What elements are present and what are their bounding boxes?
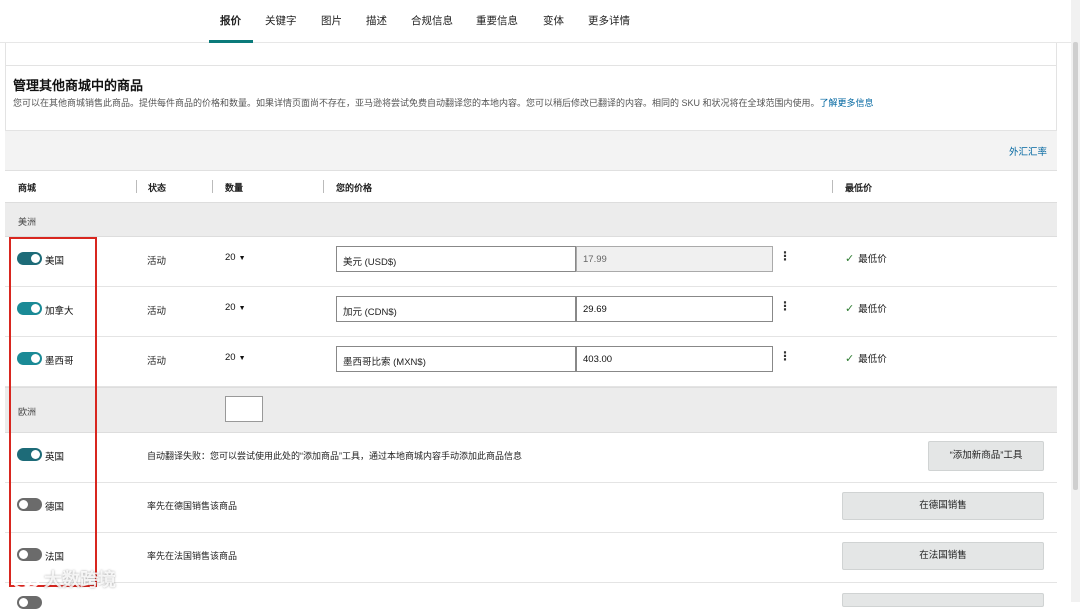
- quantity-value: 20: [225, 352, 236, 363]
- lowest-price-text: 最低价: [858, 254, 887, 265]
- quantity-dropdown[interactable]: 20 ▼: [225, 302, 246, 313]
- table-row: 加拿大 活动 20 ▼ 加元 (CDN$) 29.69 ⋮ ✓ 最低价: [5, 287, 1057, 337]
- col-status: 状态: [148, 183, 167, 193]
- caret-down-icon: ▼: [238, 305, 246, 312]
- lowest-price-badge: ✓ 最低价: [845, 351, 887, 365]
- col-your-price: 您的价格: [336, 183, 373, 193]
- tab-important-info[interactable]: 重要信息: [476, 13, 518, 28]
- col-divider: [136, 180, 137, 193]
- col-marketplace: 商城: [18, 183, 37, 193]
- tab-images[interactable]: 图片: [321, 13, 342, 28]
- tab-compliance[interactable]: 合规信息: [411, 13, 453, 28]
- caret-down-icon: ▼: [238, 355, 246, 362]
- quantity-value: 20: [225, 302, 236, 313]
- price-input[interactable]: 403.00: [576, 346, 773, 372]
- sell-in-france-button[interactable]: 在法国销售: [842, 542, 1044, 570]
- col-divider: [832, 180, 833, 193]
- tab-offer[interactable]: 报价: [220, 13, 241, 28]
- lowest-price-text: 最低价: [858, 304, 887, 315]
- quantity-input[interactable]: [225, 396, 263, 422]
- add-product-tool-button[interactable]: “添加新商品”工具: [928, 441, 1044, 471]
- table-header: 商城 状态 数量 您的价格 最低价: [5, 170, 1057, 202]
- fx-rates-link[interactable]: 外汇汇率: [1009, 144, 1047, 158]
- lowest-price-badge: ✓ 最低价: [845, 251, 887, 265]
- table-row: 墨西哥 活动 20 ▼ 墨西哥比索 (MXN$) 403.00 ⋮ ✓ 最低价: [5, 337, 1057, 387]
- sell-first-note: 率先在法国销售该商品: [147, 551, 238, 561]
- quantity-value: 20: [225, 252, 236, 263]
- checkmark-icon: ✓: [845, 303, 855, 315]
- sell-first-note: 率先在德国销售该商品: [147, 501, 238, 511]
- scrollbar[interactable]: [1071, 0, 1080, 602]
- translation-failed-note: 自动翻译失败：您可以尝试使用此处的“添加商品”工具，通过本地商城内容手动添加此商…: [147, 451, 522, 461]
- more-options-icon[interactable]: ⋮: [779, 299, 791, 313]
- tab-more-details[interactable]: 更多详情: [588, 13, 630, 28]
- status-text: 活动: [147, 256, 167, 267]
- status-text: 活动: [147, 356, 167, 367]
- col-divider: [212, 180, 213, 193]
- status-text: 活动: [147, 306, 167, 317]
- scrollbar-thumb[interactable]: [1073, 42, 1078, 490]
- sell-button[interactable]: [842, 593, 1044, 607]
- lowest-price-badge: ✓ 最低价: [845, 301, 887, 315]
- more-options-icon[interactable]: ⋮: [779, 249, 791, 263]
- table-row: 美国 活动 20 ▼ 美元 (USD$) 17.99 ⋮ ✓ 最低价: [5, 237, 1057, 287]
- checkmark-icon: ✓: [845, 253, 855, 265]
- tab-bar: 报价 关键字 图片 描述 合规信息 重要信息 变体 更多详情: [0, 0, 1080, 43]
- table-row: [5, 583, 1057, 609]
- price-input[interactable]: 17.99: [576, 246, 773, 272]
- table-row: 法国 率先在法国销售该商品 在法国销售: [5, 533, 1057, 583]
- tab-keywords[interactable]: 关键字: [265, 13, 297, 28]
- sell-in-germany-button[interactable]: 在德国销售: [842, 492, 1044, 520]
- checkmark-icon: ✓: [845, 353, 855, 365]
- toggle-knob: [19, 598, 28, 607]
- divider: [5, 65, 1057, 66]
- table-row: 德国 率先在德国销售该商品 在德国销售: [5, 483, 1057, 533]
- section-description: 您可以在其他商城销售此商品。提供每件商品的价格和数量。如果详情页面尚不存在，亚马…: [13, 96, 874, 109]
- col-quantity: 数量: [225, 183, 244, 193]
- currency-select[interactable]: 墨西哥比索 (MXN$): [336, 346, 576, 372]
- currency-select[interactable]: 加元 (CDN$): [336, 296, 576, 322]
- region-europe: 欧洲: [5, 387, 1057, 433]
- fx-bar: 外汇汇率: [5, 130, 1057, 170]
- tab-variations[interactable]: 变体: [543, 13, 564, 28]
- currency-select[interactable]: 美元 (USD$): [336, 246, 576, 272]
- highlight-frame: [9, 237, 97, 587]
- learn-more-link[interactable]: 了解更多信息: [820, 98, 874, 108]
- watermark: 大数跨境: [12, 566, 116, 592]
- more-options-icon[interactable]: ⋮: [779, 349, 791, 363]
- region-americas: 美洲: [5, 202, 1057, 237]
- quantity-dropdown[interactable]: 20 ▼: [225, 252, 246, 263]
- watermark-text: 大数跨境: [44, 570, 116, 590]
- marketplace-toggle[interactable]: [17, 596, 42, 609]
- section-title: 管理其他商城中的商品: [13, 78, 144, 93]
- price-input[interactable]: 29.69: [576, 296, 773, 322]
- lowest-price-text: 最低价: [858, 354, 887, 365]
- region-label: 美洲: [18, 217, 37, 227]
- table-row: 英国 自动翻译失败：您可以尝试使用此处的“添加商品”工具，通过本地商城内容手动添…: [5, 433, 1057, 483]
- col-lowest-price: 最低价: [845, 183, 873, 193]
- description-text: 您可以在其他商城销售此商品。提供每件商品的价格和数量。如果详情页面尚不存在，亚马…: [13, 98, 820, 108]
- watermark-logo-icon: [12, 573, 40, 590]
- caret-down-icon: ▼: [238, 255, 246, 262]
- tab-description[interactable]: 描述: [366, 13, 387, 28]
- col-divider: [323, 180, 324, 193]
- quantity-dropdown[interactable]: 20 ▼: [225, 352, 246, 363]
